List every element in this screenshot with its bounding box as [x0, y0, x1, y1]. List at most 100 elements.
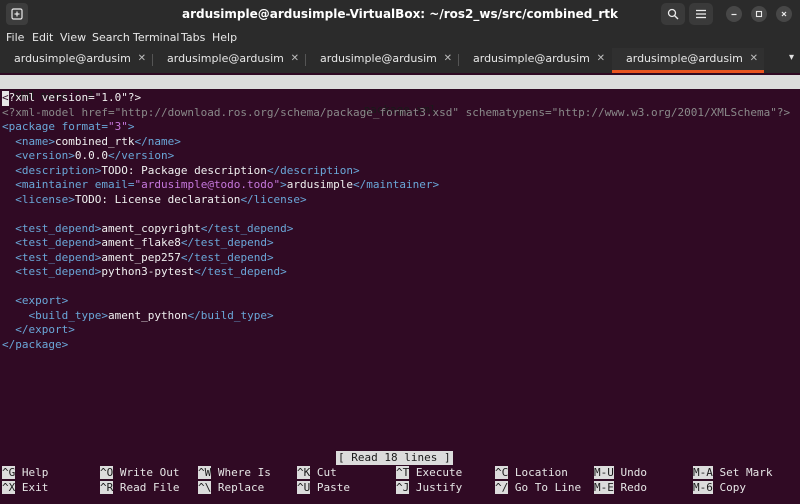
tabs-dropdown-icon[interactable]: ▾ [789, 52, 794, 63]
maximize-button[interactable] [751, 6, 767, 22]
menu-bar: File Edit View Search Terminal Tabs Help [0, 28, 800, 48]
minimize-icon [731, 13, 737, 16]
file-line: <?xml version="1.0"?> [2, 91, 142, 106]
tab-5-active[interactable]: ardusimple@ardusimpl... ✕ [612, 48, 764, 73]
close-tab-icon[interactable]: ✕ [138, 48, 146, 70]
shortcut-key: ^G [2, 466, 16, 479]
shortcut-label: Replace [211, 480, 265, 494]
tab-bar: ardusimple@ardusimpl... ✕ ardusimple@ard… [0, 48, 800, 73]
shortcut-label: Write Out [113, 466, 180, 479]
shortcut-item: ^O Write Out [100, 466, 179, 480]
file-line: </export> [15, 323, 75, 336]
shortcut-item: M-A Set Mark [693, 466, 772, 480]
file-line: <license>TODO: License declaration</lice… [15, 192, 307, 206]
shortcut-key: ^X [2, 480, 16, 494]
shortcut-label: Read File [113, 480, 180, 494]
file-line: <package format="3"> [2, 120, 135, 133]
shortcut-label: Where Is [211, 466, 271, 479]
close-tab-icon[interactable]: ✕ [291, 48, 299, 70]
shortcut-key: ^O [100, 466, 114, 479]
shortcut-item: M-U Undo [594, 466, 647, 480]
shortcut-item: ^W Where Is [198, 466, 271, 480]
file-line: </package> [2, 337, 69, 351]
tab-4[interactable]: ardusimple@ardusimpl... ✕ [459, 48, 611, 73]
close-tab-icon[interactable]: ✕ [597, 48, 605, 70]
shortcut-key: ^/ [495, 480, 509, 494]
close-button[interactable] [776, 6, 792, 22]
search-button[interactable] [661, 3, 685, 25]
shortcut-key: M-U [594, 466, 614, 479]
shortcut-label: Set Mark [712, 466, 773, 479]
menu-view[interactable]: View [60, 31, 86, 44]
shortcut-item: ^C Location [495, 466, 568, 480]
file-line: <export> [15, 294, 69, 307]
menu-tabs[interactable]: Tabs [181, 31, 205, 44]
shortcut-key: ^T [396, 466, 410, 479]
shortcut-key: M-E [594, 480, 614, 494]
title-bar: ardusimple@ardusimple-VirtualBox: ~/ros2… [0, 0, 800, 28]
shortcut-item: ^U Paste [297, 480, 350, 495]
close-tab-icon[interactable]: ✕ [750, 48, 758, 70]
menu-search[interactable]: Search [92, 31, 130, 44]
menu-edit[interactable]: Edit [32, 31, 53, 44]
shortcut-key: ^R [100, 480, 114, 494]
shortcut-item: ^/ Go To Line [495, 480, 582, 495]
file-line: <name>combined_rtk</name> [15, 134, 181, 148]
shortcut-key: ^W [198, 466, 212, 479]
shortcut-label: Execute [409, 466, 463, 479]
terminal-area[interactable]: GNU nano 7.2 package.xml <?xml version="… [0, 73, 800, 504]
shortcut-item: ^G Help [2, 466, 48, 480]
shortcut-label: Undo [613, 466, 647, 479]
shortcut-key: ^J [396, 480, 410, 494]
shortcut-item: ^K Cut [297, 466, 337, 480]
tab-label: ardusimple@ardusimpl... [320, 52, 436, 65]
tab-3[interactable]: ardusimple@ardusimpl... ✕ [306, 48, 458, 73]
shortcut-item: M-6 Copy [693, 480, 746, 495]
menu-button[interactable] [689, 3, 713, 25]
file-line: <build_type>ament_python</build_type> [28, 308, 274, 322]
shortcut-label: Help [15, 466, 49, 479]
text-cursor: < [2, 91, 9, 106]
status-message: [ Read 18 lines ] [336, 451, 453, 465]
close-tab-icon[interactable]: ✕ [444, 48, 452, 70]
shortcut-item: ^R Read File [100, 480, 180, 495]
close-icon [781, 11, 787, 17]
tab-1[interactable]: ardusimple@ardusimpl... ✕ [0, 48, 152, 73]
file-line: <test_depend>python3-pytest</test_depend… [15, 265, 287, 278]
shortcut-item: ^J Justify [396, 480, 463, 495]
shortcut-item: M-E Redo [594, 480, 647, 495]
tab-2[interactable]: ardusimple@ardusimpl... ✕ [153, 48, 305, 73]
menu-help[interactable]: Help [212, 31, 237, 44]
shortcut-label: Go To Line [508, 480, 582, 494]
shortcut-key: M-6 [693, 480, 713, 494]
tab-label: ardusimple@ardusimpl... [14, 52, 130, 65]
shortcut-key: ^K [297, 466, 311, 479]
tab-label: ardusimple@ardusimpl... [473, 52, 589, 65]
shortcut-label: Paste [310, 480, 350, 494]
shortcut-item: ^\ Replace [198, 480, 265, 495]
menu-terminal[interactable]: Terminal [133, 31, 180, 44]
file-line: <description>TODO: Package description</… [15, 163, 360, 177]
shortcut-label: Redo [613, 480, 647, 494]
shortcut-item: ^T Execute [396, 466, 462, 480]
shortcut-key: ^C [495, 466, 509, 479]
hamburger-menu-icon [696, 9, 706, 19]
tab-label: ardusimple@ardusimpl... [626, 52, 742, 65]
search-icon [667, 8, 679, 20]
file-line: <version>0.0.0</version> [15, 149, 175, 162]
shortcut-label: Justify [409, 480, 463, 494]
menu-file[interactable]: File [6, 31, 24, 44]
shortcut-item: ^X Exit [2, 480, 49, 495]
shortcut-key: M-A [693, 466, 713, 479]
file-line: <test_depend>ament_flake8</test_depend> [15, 236, 274, 249]
minimize-button[interactable] [726, 6, 742, 22]
shortcut-label: Cut [310, 466, 337, 479]
file-line: <?xml-model href="http://download.ros.or… [2, 105, 791, 119]
tab-label: ardusimple@ardusimpl... [167, 52, 283, 65]
nano-header-bar: GNU nano 7.2 package.xml [0, 75, 800, 116]
shortcut-key: ^\ [198, 480, 212, 494]
shortcut-key: ^U [297, 480, 311, 494]
shortcut-label: Exit [15, 480, 49, 494]
file-line: <test_depend>ament_pep257</test_depend> [15, 250, 274, 264]
maximize-icon [755, 10, 763, 18]
